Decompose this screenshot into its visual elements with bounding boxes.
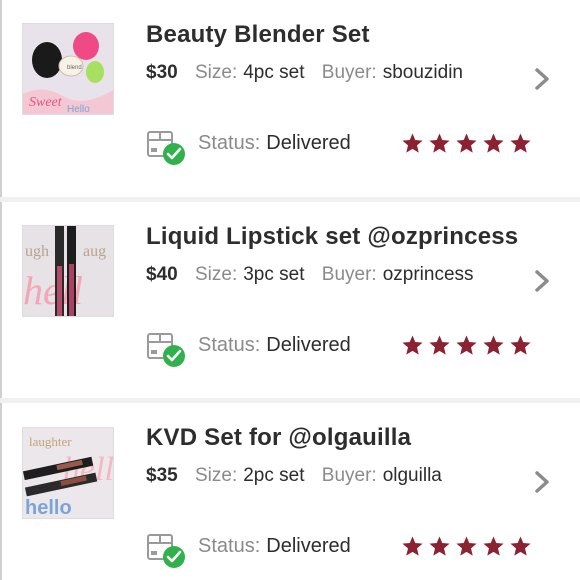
star-icon <box>402 335 423 355</box>
order-card[interactable]: laughter hell hello KVD Set for @olgauil… <box>0 403 580 580</box>
status-label: Status: <box>198 132 261 154</box>
svg-text:ugh: ugh <box>25 243 49 260</box>
star-icon <box>510 335 531 355</box>
size-label: Size: <box>194 62 238 83</box>
order-price: $35 <box>146 465 178 486</box>
star-icon <box>510 133 531 153</box>
liquid-lipstick-thumbnail: ugh aug hell <box>22 225 114 317</box>
size-value: 4pc set <box>243 62 305 83</box>
order-title: Liquid Lipstick set @ozprincess <box>146 223 519 250</box>
order-status: Status: Delivered <box>198 132 351 155</box>
buyer-value: sbouzidin <box>382 62 463 83</box>
star-icon <box>456 133 477 153</box>
size-value: 3pc set <box>243 264 305 285</box>
buyer-label: Buyer: <box>321 62 377 83</box>
rating-stars <box>401 535 532 559</box>
star-icon <box>483 536 504 556</box>
order-status: Status: Delivered <box>198 535 351 558</box>
star-icon <box>429 133 450 153</box>
star-icon <box>483 335 504 355</box>
svg-text:hello: hello <box>25 497 72 518</box>
svg-text:laughter: laughter <box>29 434 72 449</box>
order-card[interactable]: ugh aug hell Liquid Lipstick set @ozprin… <box>0 202 580 398</box>
size-value: 2pc set <box>243 465 305 486</box>
buyer-value: olguilla <box>382 465 442 486</box>
card-edge <box>0 403 2 580</box>
order-meta: $30 Size: 4pc set Buyer: sbouzidin <box>146 62 475 84</box>
star-icon <box>510 536 531 556</box>
buyer-label: Buyer: <box>321 465 377 486</box>
order-title: Beauty Blender Set <box>146 21 370 48</box>
svg-text:Sweet: Sweet <box>29 95 63 110</box>
rating-stars <box>401 334 532 358</box>
star-icon <box>402 536 423 556</box>
status-label: Status: <box>198 334 261 356</box>
star-icon <box>483 133 504 153</box>
svg-text:blend: blend <box>67 65 82 71</box>
chevron-right-icon[interactable] <box>532 66 552 92</box>
star-icon <box>402 133 423 153</box>
order-price: $30 <box>146 62 178 83</box>
beauty-blender-thumbnail: Sweet Hello blend <box>22 23 114 115</box>
size-label: Size: <box>194 465 238 486</box>
card-edge <box>0 0 2 197</box>
order-meta: $40 Size: 3pc set Buyer: ozprincess <box>146 264 486 286</box>
card-edge <box>0 202 2 398</box>
status-value: Delivered <box>266 334 351 356</box>
star-icon <box>456 335 477 355</box>
star-icon <box>429 536 450 556</box>
status-value: Delivered <box>266 132 351 154</box>
kvd-set-thumbnail: laughter hell hello <box>22 427 114 519</box>
buyer-value: ozprincess <box>382 264 474 285</box>
delivered-box-icon <box>147 333 185 367</box>
star-icon <box>456 536 477 556</box>
svg-text:aug: aug <box>83 243 106 260</box>
order-card[interactable]: Sweet Hello blend Beauty Blender Set $30… <box>0 0 580 197</box>
svg-text:Hello: Hello <box>67 104 90 114</box>
delivered-box-icon <box>147 534 185 568</box>
status-value: Delivered <box>266 535 351 557</box>
order-status: Status: Delivered <box>198 334 351 357</box>
chevron-right-icon[interactable] <box>532 268 552 294</box>
order-meta: $35 Size: 2pc set Buyer: olguilla <box>146 465 454 487</box>
chevron-right-icon[interactable] <box>532 469 552 495</box>
size-label: Size: <box>194 264 238 285</box>
order-list: Sweet Hello blend Beauty Blender Set $30… <box>0 0 580 580</box>
delivered-box-icon <box>147 131 185 165</box>
buyer-label: Buyer: <box>321 264 377 285</box>
status-label: Status: <box>198 535 261 557</box>
star-icon <box>429 335 450 355</box>
order-title: KVD Set for @olgauilla <box>146 424 412 451</box>
order-price: $40 <box>146 264 178 285</box>
rating-stars <box>401 132 532 156</box>
